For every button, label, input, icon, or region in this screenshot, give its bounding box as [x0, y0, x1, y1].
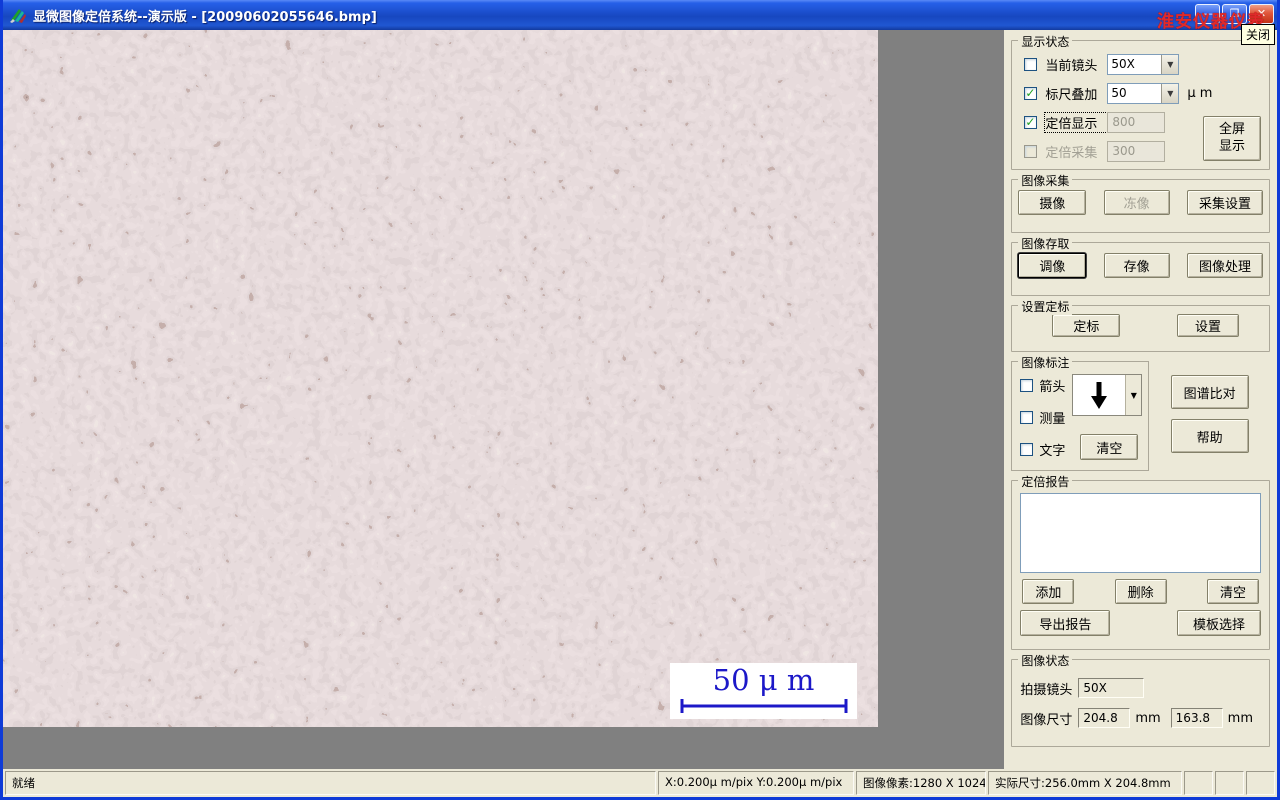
micrograph-texture — [3, 30, 878, 727]
report-clear-button[interactable]: 清空 — [1206, 579, 1259, 604]
down-arrow-icon — [1073, 375, 1125, 415]
scale-bar-label: 50 μ m — [712, 663, 815, 697]
report-add-button[interactable]: 添加 — [1022, 579, 1075, 604]
fixed-capture-checkbox — [1024, 145, 1038, 158]
template-select-button[interactable]: 模板选择 — [1177, 610, 1261, 636]
window-title: 显微图像定倍系统--演示版 - [20090602055646.bmp] — [33, 9, 377, 25]
measure-checkbox-label: 测量 — [1039, 412, 1066, 427]
current-lens-combo[interactable]: 50X ▼ — [1107, 54, 1180, 75]
status-bar: 就绪 X:0.200μ m/pix Y:0.200μ m/pix 图像像素:12… — [3, 769, 1277, 797]
app-icon — [10, 9, 26, 23]
image-height-value: 163.8 — [1170, 708, 1223, 728]
clear-annotations-button[interactable]: 清空 — [1080, 434, 1139, 460]
atlas-compare-button[interactable]: 图谱比对 — [1170, 375, 1249, 409]
status-pixel-scale: X:0.200μ m/pix Y:0.200μ m/pix — [658, 771, 854, 795]
fixed-capture-input: 300 — [1107, 141, 1166, 162]
status-empty-pane — [1184, 771, 1213, 795]
settings-button[interactable]: 设置 — [1177, 314, 1239, 337]
display-status-group: 显示状态 当前镜头 50X ▼ 标尺叠加 50 ▼ μ m — [1011, 33, 1270, 170]
shooting-lens-label: 拍摄镜头 — [1020, 682, 1073, 698]
image-status-legend: 图像状态 — [1018, 652, 1073, 669]
scale-overlay-checkbox[interactable] — [1024, 86, 1038, 100]
scale-unit-label: μ m — [1187, 86, 1213, 101]
status-image-pixels: 图像像素:1280 X 1024 — [856, 771, 986, 795]
report-listbox[interactable] — [1020, 493, 1261, 573]
scale-overlay-value: 50 — [1111, 86, 1127, 100]
text-checkbox-label: 文字 — [1039, 444, 1066, 459]
workspace: 50 μ m — [3, 30, 1005, 769]
scale-bar-line — [680, 699, 847, 713]
calibration-group: 设置定标 定标 设置 — [1011, 298, 1270, 352]
fullscreen-button[interactable]: 全屏 显示 — [1203, 116, 1261, 161]
storage-legend: 图像存取 — [1018, 235, 1073, 252]
scale-overlay-label: 标尺叠加 — [1045, 88, 1098, 103]
capture-legend: 图像采集 — [1018, 172, 1073, 189]
calibrate-button[interactable]: 定标 — [1052, 314, 1121, 337]
freeze-button: 冻像 — [1103, 190, 1170, 215]
status-actual-size: 实际尺寸:256.0mm X 204.8mm — [988, 771, 1182, 795]
title-bar[interactable]: 显微图像定倍系统--演示版 - [20090602055646.bmp] — ❐… — [3, 0, 1277, 32]
fixed-display-label: 定倍显示 — [1044, 112, 1109, 133]
chevron-down-icon[interactable]: ▼ — [1125, 375, 1142, 415]
status-ready: 就绪 — [5, 771, 656, 795]
save-image-button[interactable]: 存像 — [1103, 253, 1170, 278]
report-group: 定倍报告 添加 删除 清空 导出报告 模板选择 — [1011, 473, 1270, 650]
scale-overlay-combo[interactable]: 50 ▼ — [1107, 83, 1180, 104]
control-panel: 显示状态 当前镜头 50X ▼ 标尺叠加 50 ▼ μ m — [1004, 30, 1277, 769]
status-empty-pane — [1246, 771, 1275, 795]
fixed-display-checkbox[interactable] — [1024, 115, 1038, 129]
arrow-style-combo[interactable]: ▼ — [1072, 374, 1143, 416]
report-legend: 定倍报告 — [1018, 473, 1073, 490]
capture-group: 图像采集 摄像 冻像 采集设置 — [1011, 172, 1270, 233]
annotation-group: 图像标注 箭头 测量 文字 ▼ 清空 — [1011, 354, 1150, 471]
capture-button[interactable]: 摄像 — [1018, 190, 1087, 215]
fixed-display-input: 800 — [1107, 112, 1166, 133]
image-size-label: 图像尺寸 — [1020, 712, 1073, 728]
close-tooltip: 关闭 — [1240, 24, 1275, 45]
capture-settings-button[interactable]: 采集设置 — [1186, 190, 1263, 215]
chevron-down-icon[interactable]: ▼ — [1161, 84, 1179, 103]
shooting-lens-value: 50X — [1078, 678, 1145, 698]
chevron-down-icon[interactable]: ▼ — [1161, 55, 1179, 74]
app-window: 显微图像定倍系统--演示版 - [20090602055646.bmp] — ❐… — [0, 0, 1280, 800]
image-processing-button[interactable]: 图像处理 — [1186, 253, 1263, 278]
current-lens-label: 当前镜头 — [1045, 59, 1098, 74]
calibration-legend: 设置定标 — [1018, 298, 1073, 315]
help-button[interactable]: 帮助 — [1170, 419, 1249, 453]
scale-bar-overlay: 50 μ m — [670, 663, 857, 719]
image-width-unit: mm — [1135, 710, 1161, 726]
current-lens-checkbox[interactable] — [1024, 58, 1038, 71]
load-image-button[interactable]: 调像 — [1018, 253, 1087, 278]
measure-checkbox[interactable] — [1020, 411, 1034, 424]
fixed-capture-label: 定倍采集 — [1045, 146, 1098, 161]
image-width-value: 204.8 — [1078, 708, 1131, 728]
current-lens-value: 50X — [1111, 57, 1135, 71]
annotation-legend: 图像标注 — [1018, 354, 1073, 371]
micrograph-image[interactable]: 50 μ m — [3, 30, 878, 727]
storage-group: 图像存取 调像 存像 图像处理 — [1011, 235, 1270, 296]
text-checkbox[interactable] — [1020, 443, 1034, 456]
export-report-button[interactable]: 导出报告 — [1020, 610, 1111, 636]
image-status-group: 图像状态 拍摄镜头 50X 图像尺寸 204.8 mm 163.8 mm — [1011, 652, 1270, 747]
image-height-unit: mm — [1227, 710, 1253, 726]
arrow-checkbox[interactable] — [1020, 379, 1034, 392]
arrow-checkbox-label: 箭头 — [1039, 380, 1066, 395]
display-status-legend: 显示状态 — [1018, 33, 1073, 50]
status-empty-pane — [1215, 771, 1244, 795]
report-delete-button[interactable]: 删除 — [1114, 579, 1167, 604]
